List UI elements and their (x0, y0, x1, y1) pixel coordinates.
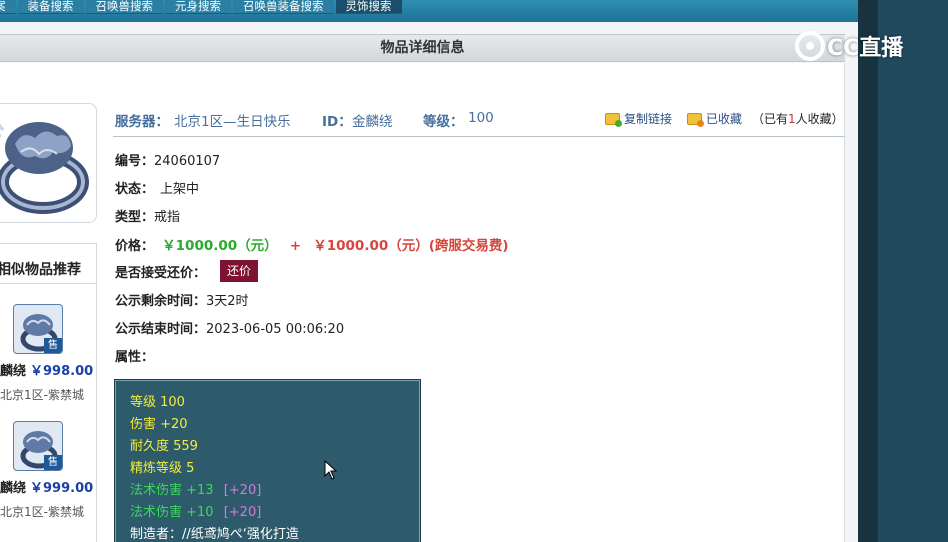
type-row: 类型：戒指 (115, 206, 180, 225)
sale-badge: 售 (44, 338, 62, 353)
similar-item-name[interactable]: 麟绕 (0, 360, 26, 379)
folder-link-icon (605, 112, 622, 127)
tab-equipment-search[interactable]: 装备搜索 (17, 0, 84, 14)
fav-prefix: （已有 (752, 112, 789, 126)
attributes-label: 属性： (115, 350, 155, 365)
attr-spell-damage-1-value: 法术伤害 +13 (130, 483, 214, 498)
favorite-count-note: （已有1人收藏） (752, 110, 844, 127)
level-value: 100 (468, 110, 494, 126)
serial-value: 24060107 (154, 154, 221, 169)
end-time-value: 2023-06-05 00:06:20 (206, 322, 345, 337)
similar-item-server: 北京1区-紫禁城 (0, 388, 84, 402)
right-side-panel (878, 0, 948, 542)
type-label: 类型： (115, 210, 155, 225)
similar-item-thumbnail[interactable]: 售 (13, 304, 63, 354)
tab-truncated[interactable]: 案 (0, 0, 16, 14)
similar-item-thumbnail[interactable]: 售 (13, 421, 63, 471)
end-time-row: 公示结束时间：2023-06-05 00:06:20 (115, 318, 344, 337)
similar-item-name[interactable]: 麟绕 (0, 477, 26, 496)
serial-label: 编号： (115, 154, 155, 169)
favorite-button[interactable]: 已收藏 (687, 110, 742, 127)
cc-live-watermark: CC直播 (795, 30, 903, 62)
attr-maker: 制造者：//纸鸢鸠ぺ‘强化打造 (130, 527, 299, 542)
copy-link-button[interactable]: 复制链接 (605, 110, 672, 127)
divider (0, 283, 97, 284)
similar-item-price: ￥999.00 (30, 481, 94, 496)
attr-durability: 耐久度 559 (130, 439, 198, 454)
level-label: 等级： (423, 114, 464, 130)
price-row: 价格： ￥1000.00（元） + ￥1000.00（元）(跨服交易费) (115, 234, 509, 254)
watermark-text: CC直播 (827, 36, 904, 61)
attr-damage: 伤害 +20 (130, 417, 188, 432)
bargain-button[interactable]: 还价 (220, 260, 258, 282)
status-value: 上架中 (160, 182, 200, 197)
sale-badge: 售 (44, 455, 62, 470)
similar-item-price: ￥998.00 (30, 364, 94, 379)
tab-summon-equipment-search[interactable]: 召唤兽装备搜索 (233, 0, 334, 14)
type-value: 戒指 (154, 210, 181, 225)
attr-refine: 精炼等级 5 (130, 461, 195, 476)
price-label: 价格： (115, 239, 155, 254)
page-title: 物品详细信息 (0, 34, 845, 62)
similar-item-server: 北京1区-紫禁城 (0, 505, 84, 519)
detail-content: 相似物品推荐 售 麟绕 ￥998.00 北京1区-紫禁城 售 麟绕 ￥999.0… (0, 63, 845, 542)
item-image (0, 103, 97, 223)
right-dark-strip (858, 0, 878, 542)
id-label: ID： (322, 114, 352, 130)
server-label: 服务器： (115, 114, 169, 130)
bargain-label: 是否接受还价： (115, 266, 207, 281)
end-time-label: 公示结束时间： (115, 322, 207, 337)
attr-spell-damage-1-extra: [+20] (223, 483, 262, 498)
tab-ornament-search[interactable]: 灵饰搜索 (335, 0, 402, 14)
attr-level: 等级 100 (130, 395, 185, 410)
attr-spell-damage-2-extra: [+20] (223, 505, 262, 520)
nav-tabs: 案 装备搜索 召唤兽搜索 元身搜索 召唤兽装备搜索 灵饰搜索 (0, 0, 404, 14)
server-value: 北京1区—生日快乐 (174, 114, 291, 130)
attr-spell-damage-2-value: 法术伤害 +10 (130, 505, 214, 520)
remaining-value: 3天2时 (206, 294, 249, 309)
remaining-label: 公示剩余时间： (115, 294, 207, 309)
status-row: 状态： 上架中 (115, 178, 199, 197)
remaining-time-row: 公示剩余时间：3天2时 (115, 290, 249, 309)
cc-logo-icon (795, 31, 825, 61)
attr-spell-damage-1: 法术伤害 +13 [+20] (130, 479, 261, 498)
top-nav-bar: 案 装备搜索 召唤兽搜索 元身搜索 召唤兽装备搜索 灵饰搜索 (0, 0, 858, 22)
bargain-row: 是否接受还价： (115, 262, 206, 281)
price-plus: + (289, 238, 302, 254)
id-value: 金麟绕 (352, 114, 393, 130)
fav-count: 1 (788, 112, 796, 126)
status-label: 状态： (115, 182, 155, 197)
page-body: 物品详细信息 相似物品推荐 售 麟绕 ￥998.00 北京1区-紫禁城 售 麟绕… (0, 22, 858, 542)
header-divider (113, 136, 845, 137)
attr-spell-damage-2: 法术伤害 +10 [+20] (130, 501, 261, 520)
fav-suffix: 人收藏） (795, 112, 844, 126)
tab-summon-search[interactable]: 召唤兽搜索 (85, 0, 163, 14)
attributes-row: 属性： (115, 346, 154, 365)
price-value: ￥1000.00（元） (162, 238, 278, 254)
ring-illustration (0, 122, 89, 214)
copy-link-label: 复制链接 (624, 112, 673, 126)
attributes-panel: 等级 100 伤害 +20 耐久度 559 精炼等级 5 法术伤害 +13 [+… (114, 379, 421, 542)
favorite-label: 已收藏 (706, 112, 743, 126)
similar-items-title: 相似物品推荐 (0, 262, 81, 278)
mouse-cursor-icon (324, 460, 338, 480)
serial-row: 编号：24060107 (115, 150, 220, 169)
folder-star-icon (687, 112, 704, 127)
tab-spirit-search[interactable]: 元身搜索 (165, 0, 231, 14)
price-fee: ￥1000.00（元）(跨服交易费) (313, 238, 509, 254)
